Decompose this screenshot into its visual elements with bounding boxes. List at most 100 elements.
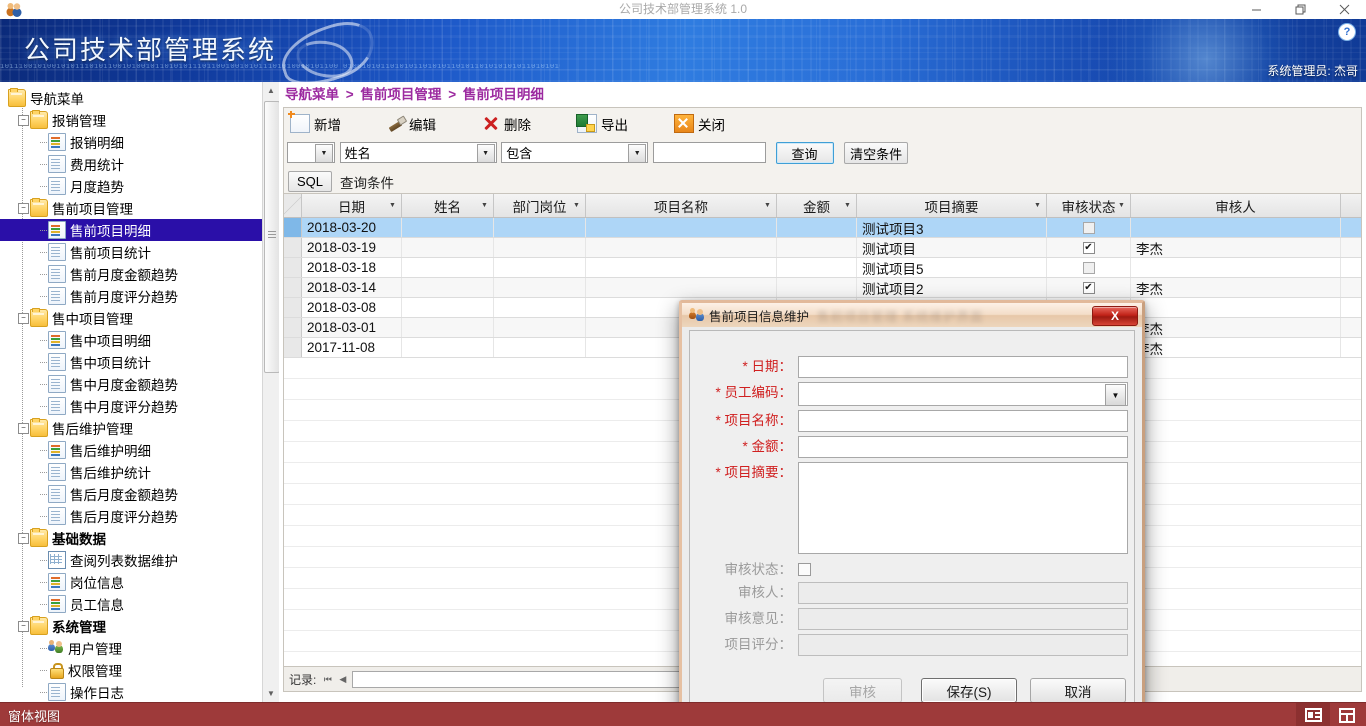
save-button[interactable]: 保存(S) — [921, 678, 1017, 703]
table-row[interactable]: 2018-03-19 测试项目 ✔ 李杰 — [284, 238, 1361, 258]
date-input[interactable] — [798, 356, 1128, 378]
grid-header-1[interactable]: 姓名 ▼ — [402, 194, 494, 217]
operator-select[interactable]: 包含 ▼ — [501, 142, 649, 163]
tree-group-3[interactable]: − 售后维护管理 — [0, 417, 262, 439]
grid-header-7[interactable]: 审核人 — [1131, 194, 1341, 217]
chevron-down-icon[interactable]: ▼ — [1033, 202, 1042, 209]
sidebar-item-0-1[interactable]: 费用统计 — [0, 153, 262, 175]
breadcrumb-item-3[interactable]: 售前项目明细 — [463, 87, 544, 102]
close-panel-button[interactable]: 关闭 — [674, 114, 725, 134]
audit-status-checkbox[interactable] — [1082, 261, 1095, 274]
table-row[interactable]: 2018-03-18 测试项目5 — [284, 258, 1361, 278]
tree-group-5[interactable]: − 系统管理 — [0, 615, 262, 637]
row-selector[interactable] — [284, 238, 302, 257]
chevron-down-icon[interactable]: ▼ — [763, 202, 772, 209]
minimize-icon[interactable] — [1234, 0, 1278, 19]
grid-header-0[interactable]: 日期 ▼ — [302, 194, 402, 217]
field-select[interactable]: 姓名 ▼ — [339, 142, 497, 163]
chevron-down-icon[interactable]: ▼ — [480, 202, 489, 209]
tree-scrollbar[interactable]: ▲ ▼ — [262, 82, 280, 702]
sidebar-item-5-2[interactable]: 操作日志 — [0, 681, 262, 702]
tree-group-4[interactable]: − 基础数据 — [0, 527, 262, 549]
collapse-icon[interactable]: − — [18, 313, 29, 324]
amount-input[interactable] — [798, 436, 1128, 458]
grid-header-3[interactable]: 项目名称 ▼ — [586, 194, 777, 217]
grid-header-2[interactable]: 部门岗位 ▼ — [494, 194, 586, 217]
breadcrumb-item-1[interactable]: 导航菜单 — [285, 87, 339, 102]
row-selector[interactable] — [284, 318, 302, 337]
row-selector[interactable] — [284, 298, 302, 317]
search-button[interactable]: 查询 — [775, 142, 834, 164]
grid-header-5[interactable]: 项目摘要 ▼ — [857, 194, 1047, 217]
keyword-input[interactable] — [652, 142, 766, 163]
first-record-icon[interactable]: ⏮ — [320, 671, 335, 688]
dialog-close-button[interactable]: X — [1092, 306, 1138, 326]
form-view-icon[interactable] — [1296, 703, 1330, 726]
chevron-down-icon[interactable]: ▼ — [1105, 384, 1126, 406]
collapse-icon[interactable]: − — [18, 423, 29, 434]
row-selector[interactable] — [284, 218, 302, 237]
chevron-down-icon[interactable]: ▼ — [315, 144, 333, 163]
chevron-down-icon[interactable]: ▼ — [476, 144, 495, 163]
chevron-down-icon[interactable]: ▼ — [1117, 202, 1126, 209]
tree-group-1[interactable]: − 售前项目管理 — [0, 197, 262, 219]
sidebar-item-1-3[interactable]: 售前月度评分趋势 — [0, 285, 262, 307]
employee-code-select[interactable]: ▼ — [798, 382, 1128, 406]
chevron-down-icon[interactable]: ▼ — [572, 202, 581, 209]
sidebar-item-4-1[interactable]: 岗位信息 — [0, 571, 262, 593]
sidebar-item-2-2[interactable]: 售中月度金额趋势 — [0, 373, 262, 395]
project-name-input[interactable] — [798, 410, 1128, 432]
layout-view-icon[interactable] — [1330, 703, 1364, 726]
row-selector[interactable] — [284, 278, 302, 297]
sidebar-item-4-0[interactable]: 查阅列表数据维护 — [0, 549, 262, 571]
sidebar-item-0-2[interactable]: 月度趋势 — [0, 175, 262, 197]
sidebar-item-3-2[interactable]: 售后月度金额趋势 — [0, 483, 262, 505]
sidebar-item-1-1[interactable]: 售前项目统计 — [0, 241, 262, 263]
tree-group-2[interactable]: − 售中项目管理 — [0, 307, 262, 329]
sidebar-item-5-1[interactable]: 权限管理 — [0, 659, 262, 681]
grid-header-6[interactable]: 审核状态 ▼ — [1047, 194, 1131, 217]
scroll-thumb[interactable] — [264, 101, 280, 373]
maximize-icon[interactable] — [1278, 0, 1322, 19]
summary-textarea[interactable] — [798, 462, 1128, 554]
sidebar-item-3-1[interactable]: 售后维护统计 — [0, 461, 262, 483]
new-button[interactable]: 新增 — [288, 111, 341, 134]
sidebar-item-3-3[interactable]: 售后月度评分趋势 — [0, 505, 262, 527]
sidebar-item-5-0[interactable]: 用户管理 — [0, 637, 262, 659]
sidebar-item-1-0[interactable]: 售前项目明细 — [0, 219, 262, 241]
sidebar-item-4-2[interactable]: 员工信息 — [0, 593, 262, 615]
clear-conditions-button[interactable]: 清空条件 — [844, 142, 909, 164]
sidebar-item-3-0[interactable]: 售后维护明细 — [0, 439, 262, 461]
collapse-icon[interactable]: − — [18, 533, 29, 544]
collapse-icon[interactable]: − — [18, 621, 29, 632]
sidebar-item-0-0[interactable]: 报销明细 — [0, 131, 262, 153]
delete-button[interactable]: 删除 — [482, 114, 531, 134]
row-selector[interactable] — [284, 338, 302, 357]
tree-root-node[interactable]: 导航菜单 — [0, 87, 262, 109]
chevron-down-icon[interactable]: ▼ — [843, 202, 852, 209]
audit-status-checkbox[interactable]: ✔ — [1082, 281, 1095, 294]
close-icon[interactable] — [1322, 0, 1366, 19]
grid-header-4[interactable]: 金额 ▼ — [777, 194, 857, 217]
audit-status-checkbox[interactable]: ✔ — [1082, 241, 1095, 254]
sidebar-item-2-3[interactable]: 售中月度评分趋势 — [0, 395, 262, 417]
audit-status-checkbox[interactable] — [1082, 221, 1095, 234]
collapse-icon[interactable]: − — [18, 203, 29, 214]
breadcrumb-item-2[interactable]: 售前项目管理 — [360, 87, 441, 102]
table-row[interactable]: 2018-03-20 测试项目3 — [284, 218, 1361, 238]
export-button[interactable]: 导出 — [576, 114, 628, 134]
sql-button[interactable]: SQL — [288, 171, 332, 192]
grid-select-all-corner[interactable] — [284, 194, 302, 217]
collapse-icon[interactable]: − — [18, 115, 29, 126]
tree-group-0[interactable]: − 报销管理 — [0, 109, 262, 131]
scroll-down-icon[interactable]: ▼ — [263, 685, 279, 702]
help-icon[interactable]: ? — [1338, 23, 1356, 41]
chevron-down-icon[interactable]: ▼ — [628, 144, 647, 163]
sidebar-item-2-1[interactable]: 售中项目统计 — [0, 351, 262, 373]
row-selector[interactable] — [284, 258, 302, 277]
sidebar-item-1-2[interactable]: 售前月度金额趋势 — [0, 263, 262, 285]
edit-button[interactable]: 编辑 — [387, 114, 436, 134]
previous-record-icon[interactable]: ◀ — [335, 671, 350, 688]
table-row[interactable]: 2018-03-14 测试项目2 ✔ 李杰 — [284, 278, 1361, 298]
sidebar-item-2-0[interactable]: 售中项目明细 — [0, 329, 262, 351]
